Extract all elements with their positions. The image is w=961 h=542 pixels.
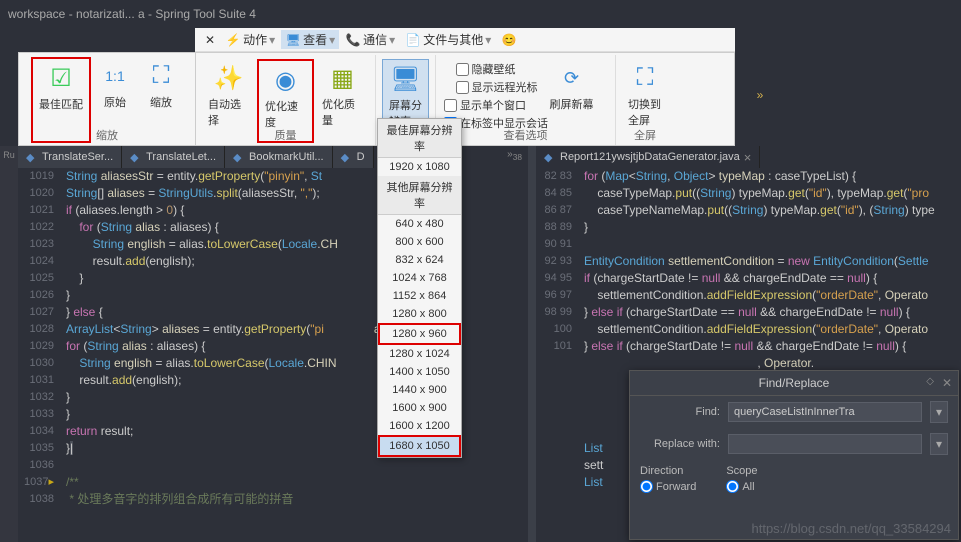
res-item[interactable]: 1680 x 1050 <box>378 435 461 457</box>
hide-wallpaper-check[interactable]: 隐藏壁纸 <box>456 61 538 77</box>
collapse-icon[interactable]: » <box>757 88 764 102</box>
fullscreen-icon: ⛶ <box>629 62 661 94</box>
editor-tab[interactable]: ◆BookmarkUtil... <box>225 146 333 168</box>
quality-icon: ▦ <box>327 62 359 94</box>
wand-icon: ✨ <box>213 62 245 94</box>
tab-overflow[interactable]: »38 <box>501 146 528 168</box>
res-item[interactable]: 1440 x 900 <box>378 381 461 399</box>
ribbon-group-label-view: 查看选项 <box>436 127 615 143</box>
monitor-icon: 🖥 <box>390 63 422 95</box>
close-button[interactable]: ✕ <box>201 32 219 48</box>
res-item[interactable]: 1152 x 864 <box>378 287 461 305</box>
replace-label: Replace with: <box>640 438 720 450</box>
bestfit-icon: ☑ <box>45 62 77 94</box>
ribbon-scale-panel: ☑最佳匹配 1:1原始 ⛶缩放 缩放 <box>18 52 196 146</box>
find-replace-dialog: Find/Replace ◇ ✕ Find: ▾ Replace with: ▾… <box>629 370 959 540</box>
find-history-button[interactable]: ▾ <box>930 401 948 423</box>
res-item[interactable]: 1280 x 960 <box>378 323 461 345</box>
forward-radio[interactable]: Forward <box>640 480 696 493</box>
ruler: Ru <box>0 146 18 542</box>
remote-cursor-check[interactable]: 显示远程光标 <box>456 79 538 95</box>
file-icon: 📄 <box>405 32 421 48</box>
res-item[interactable]: 1600 x 900 <box>378 399 461 417</box>
java-icon: ◆ <box>341 151 353 163</box>
comm-menu[interactable]: 📞通信▾ <box>341 30 399 49</box>
java-icon: ◆ <box>544 151 556 163</box>
phone-icon: 📞 <box>345 32 361 48</box>
speed-icon: ◉ <box>270 64 302 96</box>
refresh-icon: ⟳ <box>556 62 588 94</box>
ribbon-group-label-full: 全屏 <box>616 127 674 143</box>
res-item[interactable]: 1280 x 800 <box>378 305 461 323</box>
ribbon-group-label-scale: 缩放 <box>19 127 195 143</box>
minimize-icon[interactable]: ◇ <box>926 376 934 387</box>
bolt-icon: ⚡ <box>225 32 241 48</box>
close-icon[interactable]: ✕ <box>942 376 952 390</box>
chevron-down-icon: ▾ <box>269 33 275 47</box>
zoom-icon: ⛶ <box>145 60 177 92</box>
editor-tab[interactable]: ◆TranslateSer... <box>18 146 122 168</box>
ribbon: ✕ ⚡动作▾ 🖥查看▾ 📞通信▾ 📄文件与其他▾ 😊 ☑最佳匹配 1:1原始 ⛶… <box>0 28 961 146</box>
res-item[interactable]: 1024 x 768 <box>378 269 461 287</box>
gutter: 82 83 84 85 86 87 88 89 90 91 92 93 94 9… <box>536 168 578 542</box>
dialog-title-bar[interactable]: Find/Replace ◇ ✕ <box>630 371 958 396</box>
java-icon: ◆ <box>233 151 245 163</box>
show-single-check[interactable]: 显示单个窗口 <box>444 97 548 113</box>
view-menu[interactable]: 🖥查看▾ <box>281 30 339 49</box>
title-bar: workspace - notarizati... a - Spring Too… <box>0 0 961 28</box>
replace-input[interactable] <box>728 434 922 454</box>
collapsed-toolbar: » <box>740 88 780 128</box>
smile-menu[interactable]: 😊 <box>497 31 521 49</box>
editor-tab[interactable]: ◆TranslateLet... <box>122 146 225 168</box>
find-input[interactable] <box>728 402 922 422</box>
chevron-down-icon: ▾ <box>485 33 491 47</box>
replace-history-button[interactable]: ▾ <box>930 433 948 455</box>
res-header-other: 其他屏幕分辨率 <box>378 176 461 215</box>
menu-row: ✕ ⚡动作▾ 🖥查看▾ 📞通信▾ 📄文件与其他▾ 😊 <box>195 28 735 52</box>
resolution-dropdown: 最佳屏幕分辨率 1920 x 1080 其他屏幕分辨率 640 x 480 80… <box>377 118 462 458</box>
find-label: Find: <box>640 406 720 418</box>
ratio-icon: 1:1 <box>99 60 131 92</box>
res-item[interactable]: 1600 x 1200 <box>378 417 461 435</box>
monitor-icon: 🖥 <box>285 32 301 48</box>
dialog-title: Find/Replace <box>759 376 830 390</box>
direction-group: Direction Forward <box>640 465 696 493</box>
actions-menu[interactable]: ⚡动作▾ <box>221 30 279 49</box>
res-item[interactable]: 1280 x 1024 <box>378 345 461 363</box>
editor-tab[interactable]: ◆Report121ywsjtjbDataGenerator.java× <box>536 146 760 168</box>
title-text: workspace - notarizati... a - Spring Too… <box>8 7 256 21</box>
res-header-best: 最佳屏幕分辨率 <box>378 119 461 158</box>
java-icon: ◆ <box>130 151 142 163</box>
smile-icon: 😊 <box>501 32 517 48</box>
gutter: 1019 1020 1021 1022 1023 1024 1025 1026 … <box>18 168 60 542</box>
res-item[interactable]: 800 x 600 <box>378 233 461 251</box>
editor-tab[interactable]: ◆D <box>333 146 374 168</box>
scope-group: Scope All <box>726 465 757 493</box>
ribbon-group-label-quality: 质量 <box>196 127 375 143</box>
ribbon-main-panel: ✨自动选择 ◉优化速度 ▦优化质量 质量 🖥屏幕分辨率▾ 性能 隐藏壁纸 显示远… <box>195 52 735 146</box>
java-icon: ◆ <box>26 151 38 163</box>
close-icon[interactable]: × <box>744 150 752 165</box>
all-radio[interactable]: All <box>726 480 757 493</box>
right-tab-bar: ◆Report121ywsjtjbDataGenerator.java× <box>536 146 961 168</box>
res-item[interactable]: 832 x 624 <box>378 251 461 269</box>
res-item[interactable]: 640 x 480 <box>378 215 461 233</box>
files-menu[interactable]: 📄文件与其他▾ <box>401 30 495 49</box>
chevron-down-icon: ▾ <box>329 33 335 47</box>
res-item[interactable]: 1920 x 1080 <box>378 158 461 176</box>
res-item[interactable]: 1400 x 1050 <box>378 363 461 381</box>
chevron-down-icon: ▾ <box>389 33 395 47</box>
